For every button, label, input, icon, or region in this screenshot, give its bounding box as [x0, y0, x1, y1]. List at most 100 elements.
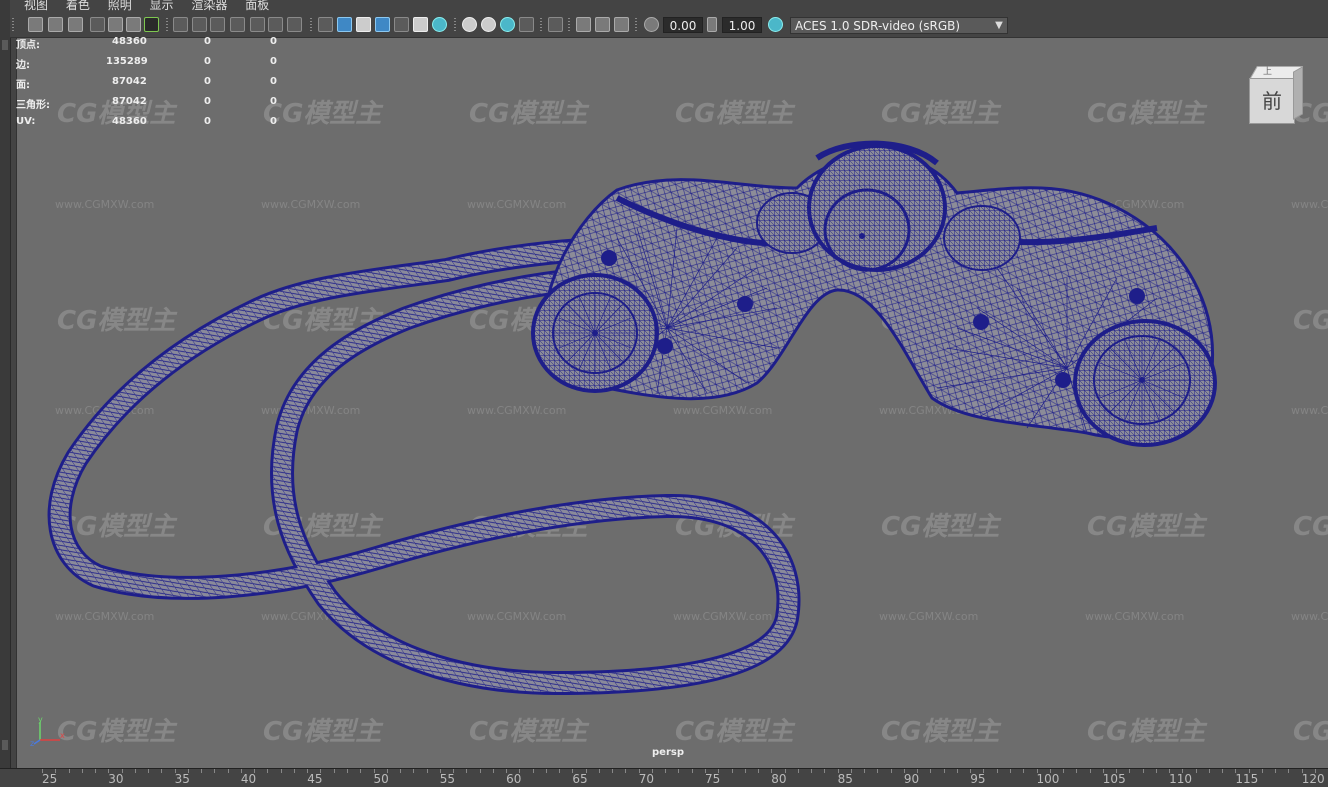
2d-pan-zoom-icon[interactable] [108, 17, 123, 32]
camera-attributes-icon[interactable] [48, 17, 63, 32]
use-all-lights-icon[interactable] [413, 17, 428, 32]
bolt [737, 296, 753, 312]
exposure-icon[interactable] [644, 17, 659, 32]
view-cube[interactable]: 上 前 [1245, 66, 1304, 124]
timeline-tick [373, 769, 375, 773]
exposure-field[interactable]: 0.00 [663, 17, 703, 33]
timeline-frame-label: 95 [970, 772, 986, 786]
hud-label: 三角形: [16, 100, 50, 111]
shadows-icon[interactable] [432, 17, 447, 32]
timeline-tick [612, 769, 614, 773]
hud-value: 0 [204, 96, 211, 107]
film-gate-icon[interactable] [192, 17, 207, 32]
timeline-tick [240, 769, 242, 773]
timeline-frame-label: 100 [1036, 772, 1060, 786]
viewport-menubar: 视图 着色 照明 显示 渲染器 面板 [10, 0, 1328, 13]
timeline-tick [1009, 769, 1011, 773]
xray-joints-icon[interactable] [614, 17, 629, 32]
view-cube-front-face[interactable]: 前 [1249, 78, 1295, 124]
pencil-tool-icon[interactable] [144, 17, 159, 32]
chevron-down-icon[interactable]: ▼ [990, 17, 1008, 34]
timeline-tick [1222, 769, 1224, 773]
field-chart-icon[interactable] [250, 17, 265, 32]
timeline-frame-label: 65 [572, 772, 588, 786]
view-transform-dropdown[interactable]: ACES 1.0 SDR-video (sRGB) [790, 17, 1008, 34]
hud-value: 48360 [112, 116, 147, 127]
hud-label: 边: [16, 60, 30, 71]
timeline-tick [1049, 769, 1051, 773]
axis-z-label: z [30, 739, 34, 746]
multisample-aa-icon[interactable] [500, 17, 515, 32]
timeline-tick [479, 769, 481, 773]
gamma-icon[interactable] [707, 17, 717, 32]
timeline-tick [943, 769, 945, 773]
xray-icon[interactable] [576, 17, 591, 32]
view-cube-side-face[interactable] [1293, 66, 1303, 120]
objective-lens-right [1073, 319, 1217, 447]
safe-title-icon[interactable] [287, 17, 302, 32]
timeline-tick [280, 769, 282, 773]
timeline-tick [1089, 769, 1091, 773]
menu-show[interactable]: 显示 [150, 0, 174, 11]
motion-blur-icon[interactable] [481, 17, 496, 32]
isolate-select-icon[interactable] [548, 17, 563, 32]
bolt [1055, 372, 1071, 388]
menu-view[interactable]: 视图 [24, 0, 48, 11]
timeline-tick [187, 769, 189, 773]
toolbar-separator [635, 18, 637, 32]
timeline-tick [811, 769, 813, 773]
timeline-tick [771, 769, 773, 773]
grease-pencil-icon[interactable] [126, 17, 141, 32]
viewport-toolbar: 0.00 1.00 ACES 1.0 SDR-video (sRGB) ▼ [10, 13, 1328, 38]
timeline-tick [718, 769, 720, 773]
grid-icon[interactable] [173, 17, 188, 32]
camera-name-label: persp [652, 747, 684, 758]
timeline-tick [108, 769, 110, 773]
hud-label: UV: [16, 116, 36, 127]
binoculars-wireframe-model[interactable] [17, 38, 1328, 768]
wireframe-on-shaded-icon[interactable] [375, 17, 390, 32]
timeline-tick [1155, 769, 1157, 773]
resolution-gate-icon[interactable] [210, 17, 225, 32]
timeline-tick [983, 769, 985, 773]
menu-lighting[interactable]: 照明 [108, 0, 132, 11]
timeline-tick [320, 769, 322, 773]
select-camera-icon[interactable] [28, 17, 43, 32]
image-plane-icon[interactable] [90, 17, 105, 32]
timeline-tick [55, 769, 57, 773]
3d-viewport[interactable]: CG模型主 CG模型主 CG模型主 CG模型主 CG模型主 CG模型主 CG模型主 CG模型主… [16, 38, 1328, 768]
depth-of-field-icon[interactable] [519, 17, 534, 32]
bolt [601, 250, 617, 266]
timeline-tick [678, 769, 680, 773]
textured-icon[interactable] [394, 17, 409, 32]
panel-handle[interactable] [2, 740, 8, 750]
smooth-shade-icon[interactable] [337, 17, 352, 32]
timeline-tick [572, 769, 574, 773]
bookmark-icon[interactable] [68, 17, 83, 32]
timeline-tick [784, 769, 786, 773]
bolt [657, 338, 673, 354]
timeline-tick [1023, 769, 1025, 773]
gate-mask-icon[interactable] [230, 17, 245, 32]
safe-action-icon[interactable] [268, 17, 283, 32]
menu-renderer[interactable]: 渲染器 [191, 0, 227, 11]
color-management-icon[interactable] [768, 17, 783, 32]
screen-space-ao-icon[interactable] [462, 17, 477, 32]
timeline-tick [691, 769, 693, 773]
menu-panels[interactable]: 面板 [245, 0, 269, 11]
timeline-frame-label: 45 [307, 772, 323, 786]
gamma-field[interactable]: 1.00 [722, 17, 762, 33]
xray-active-components-icon[interactable] [595, 17, 610, 32]
timeline-tick [598, 769, 600, 773]
hud-value: 0 [204, 36, 211, 47]
timeline-frame-label: 105 [1102, 772, 1126, 786]
hud-value: 0 [204, 76, 211, 87]
default-material-icon[interactable] [356, 17, 371, 32]
hud-value: 0 [204, 56, 211, 67]
timeline-tick [797, 769, 799, 773]
menu-shading[interactable]: 着色 [66, 0, 90, 11]
time-slider[interactable]: 25 30 35 40 45 50 55 60 65 70 75 80 85 90 95 100 105 110 1… [0, 768, 1328, 787]
wireframe-icon[interactable] [318, 17, 333, 32]
panel-handle[interactable] [2, 40, 8, 50]
timeline-tick [1288, 769, 1290, 773]
